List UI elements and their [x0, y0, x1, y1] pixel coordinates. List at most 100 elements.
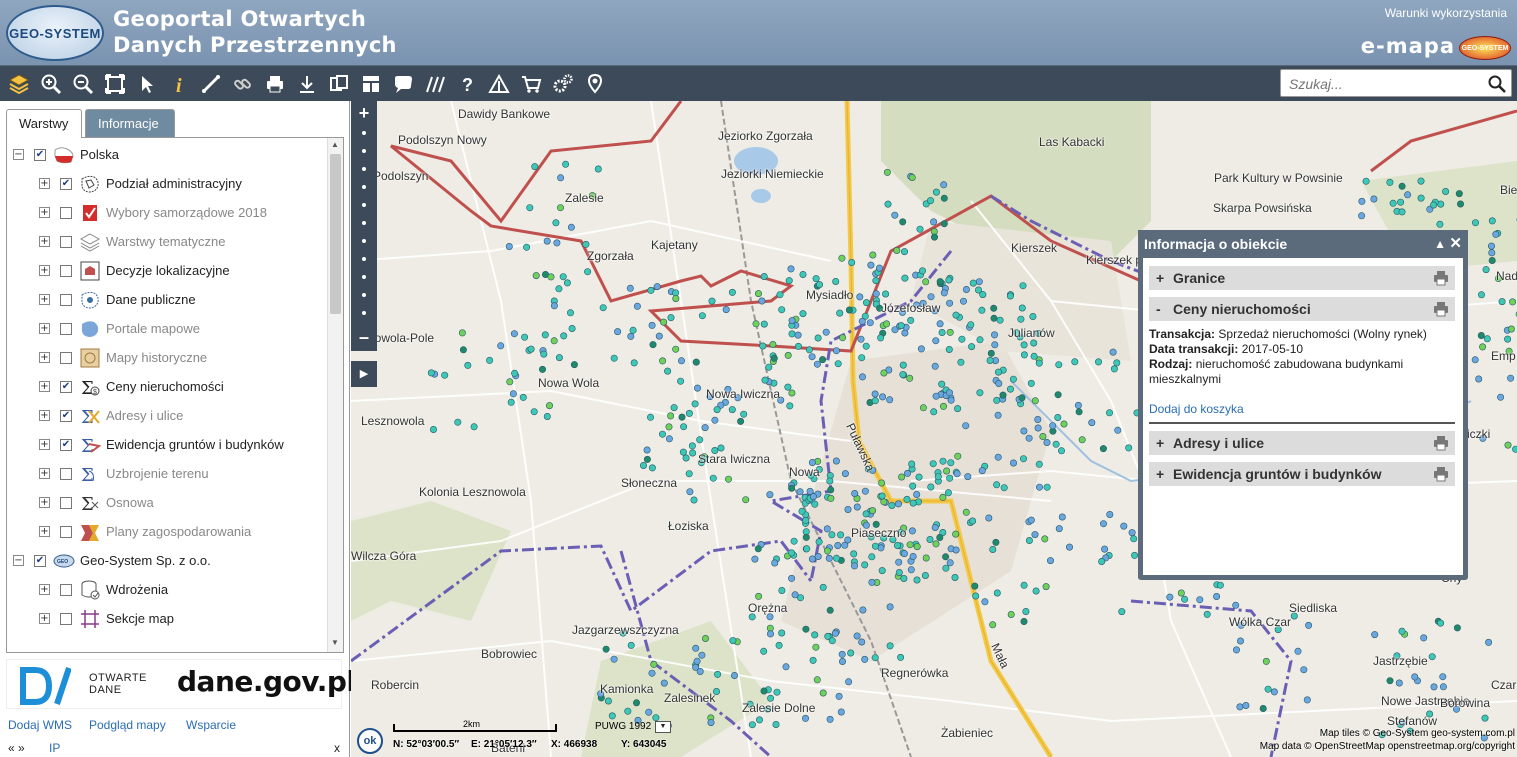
transaction-point[interactable] — [927, 293, 935, 301]
transaction-point[interactable] — [1031, 531, 1039, 539]
transaction-point[interactable] — [878, 567, 886, 575]
tree-row-warstwy-tematyczne[interactable]: + Warstwy tematyczne — [39, 227, 343, 256]
transaction-point[interactable] — [690, 496, 698, 504]
transaction-point[interactable] — [1430, 201, 1438, 209]
layer-checkbox[interactable]: ✔ — [60, 380, 72, 393]
transaction-point[interactable] — [799, 310, 807, 318]
transaction-point[interactable] — [1009, 375, 1017, 383]
transaction-point[interactable] — [832, 554, 840, 562]
transaction-point[interactable] — [1075, 408, 1083, 416]
transaction-point[interactable] — [861, 561, 869, 569]
transaction-point[interactable] — [986, 356, 994, 364]
transaction-point[interactable] — [819, 583, 827, 591]
transaction-point[interactable] — [1411, 673, 1419, 681]
transaction-point[interactable] — [945, 276, 953, 284]
transaction-point[interactable] — [648, 321, 656, 329]
transaction-point[interactable] — [811, 500, 819, 508]
transaction-point[interactable] — [921, 571, 929, 579]
transaction-point[interactable] — [1264, 685, 1272, 693]
transaction-point[interactable] — [838, 657, 846, 665]
transaction-point[interactable] — [754, 545, 762, 553]
transaction-point[interactable] — [755, 592, 763, 600]
transaction-point[interactable] — [788, 549, 796, 557]
zoom-in-tool[interactable] — [37, 70, 65, 98]
transaction-point[interactable] — [1362, 177, 1370, 185]
transaction-point[interactable] — [906, 374, 914, 382]
transaction-point[interactable] — [871, 654, 879, 662]
tree-row-osnowa[interactable]: + Σ Osnowa — [39, 488, 343, 517]
tree-row-sekcje-map[interactable]: + Sekcje map — [39, 604, 343, 633]
transaction-point[interactable] — [627, 332, 635, 340]
comment-tool[interactable] — [389, 70, 417, 98]
transaction-point[interactable] — [1259, 704, 1267, 712]
transaction-point[interactable] — [853, 503, 861, 511]
zoom-out-button[interactable]: – — [354, 327, 374, 347]
transaction-point[interactable] — [769, 341, 777, 349]
transaction-point[interactable] — [823, 547, 831, 555]
transaction-point[interactable] — [784, 351, 792, 359]
section-granice[interactable]: + Granice — [1149, 266, 1455, 290]
measure-tool[interactable] — [197, 70, 225, 98]
transaction-point[interactable] — [714, 670, 722, 678]
transaction-point[interactable] — [760, 647, 768, 655]
transaction-point[interactable] — [958, 335, 966, 343]
transaction-point[interactable] — [827, 494, 835, 502]
transaction-point[interactable] — [867, 261, 875, 269]
transaction-point[interactable] — [841, 470, 849, 478]
transaction-point[interactable] — [1488, 249, 1496, 257]
settings-tool[interactable] — [549, 70, 577, 98]
transaction-point[interactable] — [698, 312, 706, 320]
transaction-point[interactable] — [1031, 397, 1039, 405]
transaction-point[interactable] — [808, 555, 816, 563]
transaction-point[interactable] — [836, 309, 844, 317]
zoom-level-dot[interactable] — [362, 131, 366, 135]
transaction-point[interactable] — [1035, 460, 1043, 468]
transaction-point[interactable] — [664, 367, 672, 375]
transaction-point[interactable] — [845, 678, 853, 686]
transaction-point[interactable] — [994, 453, 1002, 461]
transaction-point[interactable] — [557, 204, 565, 212]
transaction-point[interactable] — [610, 655, 618, 663]
transaction-point[interactable] — [862, 342, 870, 350]
transaction-point[interactable] — [931, 523, 939, 531]
print-icon[interactable] — [1433, 270, 1449, 286]
transaction-point[interactable] — [655, 332, 663, 340]
transaction-point[interactable] — [740, 410, 748, 418]
transaction-point[interactable] — [1039, 432, 1047, 440]
expand-toggle-icon[interactable]: + — [39, 584, 50, 595]
transaction-point[interactable] — [1030, 339, 1038, 347]
transaction-point[interactable] — [778, 306, 786, 314]
transaction-point[interactable] — [848, 259, 856, 267]
transaction-point[interactable] — [511, 369, 519, 377]
transaction-point[interactable] — [531, 163, 539, 171]
transaction-point[interactable] — [1022, 607, 1030, 615]
transaction-point[interactable] — [851, 489, 859, 497]
transaction-point[interactable] — [696, 667, 704, 675]
transaction-point[interactable] — [939, 457, 947, 465]
transaction-point[interactable] — [688, 442, 696, 450]
transaction-point[interactable] — [964, 473, 972, 481]
collapse-toggle-icon[interactable]: − — [13, 555, 24, 566]
transaction-point[interactable] — [794, 342, 802, 350]
info-tool[interactable]: i — [165, 70, 193, 98]
transaction-point[interactable] — [672, 295, 680, 303]
transaction-point[interactable] — [648, 464, 656, 472]
transaction-point[interactable] — [929, 460, 937, 468]
transaction-point[interactable] — [868, 578, 876, 586]
transaction-point[interactable] — [1058, 513, 1066, 521]
transaction-point[interactable] — [788, 330, 796, 338]
full-extent-tool[interactable] — [101, 70, 129, 98]
add-to-cart-link[interactable]: Dodaj do koszyka — [1149, 402, 1244, 416]
transaction-point[interactable] — [665, 435, 673, 443]
transaction-point[interactable] — [1018, 304, 1026, 312]
tree-row-wdrożenia[interactable]: + Wdrożenia — [39, 575, 343, 604]
transaction-point[interactable] — [1130, 535, 1138, 543]
transaction-point[interactable] — [755, 716, 763, 724]
zoom-level-dot[interactable] — [362, 185, 366, 189]
transaction-point[interactable] — [932, 392, 940, 400]
transaction-point[interactable] — [1203, 610, 1211, 618]
transaction-point[interactable] — [760, 273, 768, 281]
transaction-point[interactable] — [1428, 653, 1436, 661]
transaction-point[interactable] — [822, 328, 830, 336]
transaction-point[interactable] — [679, 448, 687, 456]
